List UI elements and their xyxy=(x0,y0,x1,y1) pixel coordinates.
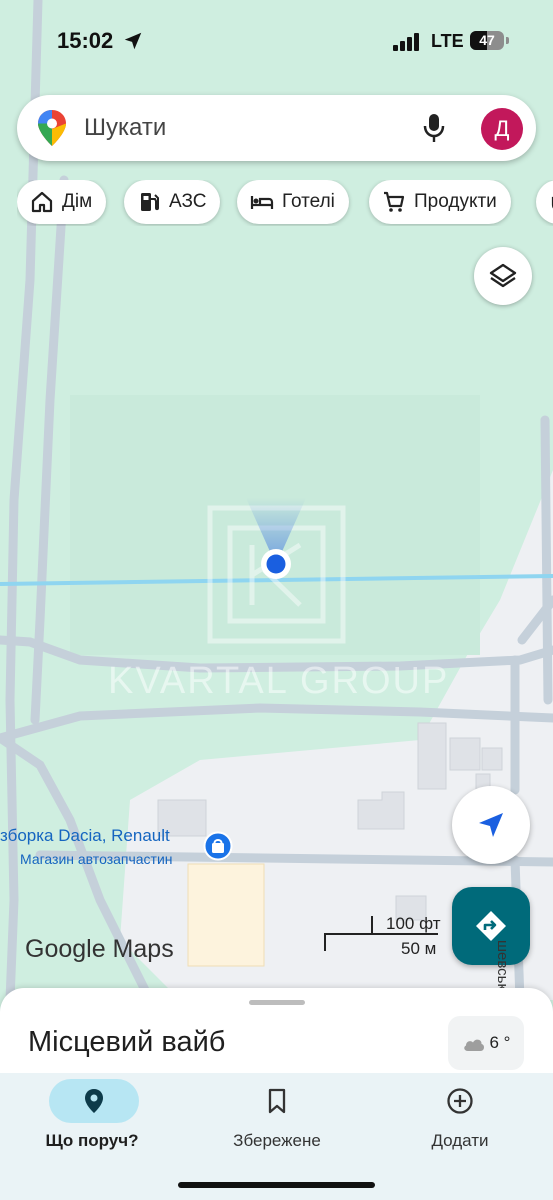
home-indicator[interactable] xyxy=(178,1182,375,1188)
temperature: 6 ° xyxy=(489,1033,511,1052)
chip-more[interactable] xyxy=(536,180,553,224)
location-arrow-icon xyxy=(124,32,142,50)
layers-icon xyxy=(489,263,517,288)
nav-explore-label: Що поруч? xyxy=(45,1131,139,1150)
chip-gas-station[interactable]: АЗС xyxy=(124,180,221,224)
gas-station-icon xyxy=(141,193,159,211)
chip-groceries[interactable]: Продукти xyxy=(369,180,511,224)
cart-icon xyxy=(384,191,405,212)
location-pin-icon xyxy=(85,1089,103,1113)
nav-saved-label: Збережене xyxy=(233,1131,321,1150)
directions-icon xyxy=(476,911,506,941)
chip-gas-station-label: АЗС xyxy=(169,191,207,212)
chip-groceries-label: Продукти xyxy=(414,191,497,212)
chip-home-label: Дім xyxy=(62,191,93,212)
weather-badge[interactable]: 6 ° xyxy=(448,1016,524,1070)
layers-button[interactable] xyxy=(474,247,532,305)
add-circle-icon xyxy=(447,1088,473,1114)
cloud-icon xyxy=(463,1039,484,1051)
scale-imperial: 100 фт xyxy=(386,914,441,933)
home-icon xyxy=(31,191,53,213)
scale-metric: 50 м xyxy=(401,939,437,958)
search-bar[interactable]: Шукати Д xyxy=(17,95,536,161)
google-maps-logo: Google Maps xyxy=(25,935,174,963)
nav-contribute[interactable]: Додати xyxy=(370,1073,550,1173)
sheet-title: Місцевий вайб xyxy=(28,1026,226,1058)
network-type: LTE xyxy=(431,31,464,51)
category-chips: Дім АЗС Готелі Продукти xyxy=(17,180,553,226)
chip-hotels-label: Готелі xyxy=(282,191,335,212)
battery-level: 47 xyxy=(479,32,495,48)
shopping-bag-pin-icon[interactable] xyxy=(203,831,233,861)
nav-saved[interactable]: Збережене xyxy=(187,1073,367,1173)
recenter-button[interactable] xyxy=(452,786,530,864)
chip-home[interactable]: Дім xyxy=(17,180,107,224)
cellular-signal-icon xyxy=(393,33,419,51)
bed-icon xyxy=(250,196,274,209)
nav-contribute-label: Додати xyxy=(431,1131,489,1150)
status-time: 15:02 xyxy=(57,28,114,53)
google-maps-pin-icon xyxy=(38,110,66,146)
nav-explore[interactable]: Що поруч? xyxy=(2,1073,182,1173)
poi-subtitle[interactable]: Магазин автозапчастин xyxy=(20,851,173,867)
map-scale: 100 фт 50 м xyxy=(324,910,444,960)
chip-hotels[interactable]: Готелі xyxy=(237,180,349,224)
sheet-handle[interactable] xyxy=(249,1000,305,1005)
directions-button[interactable] xyxy=(452,887,530,965)
microphone-icon[interactable] xyxy=(422,112,446,144)
watermark-text: KVARTAL GROUP xyxy=(108,660,450,702)
coffee-icon xyxy=(551,196,553,209)
account-avatar[interactable]: Д xyxy=(481,108,523,150)
navigation-arrow-icon xyxy=(479,813,503,837)
poi-title[interactable]: зборка Dacia, Renault xyxy=(0,826,170,846)
bottom-navigation: Що поруч? Збережене Додати xyxy=(0,1073,553,1200)
battery-icon: 47 xyxy=(470,31,510,51)
search-input[interactable]: Шукати xyxy=(84,114,166,142)
bookmark-icon xyxy=(268,1088,286,1114)
status-bar: 15:02 LTE 47 xyxy=(0,0,553,80)
